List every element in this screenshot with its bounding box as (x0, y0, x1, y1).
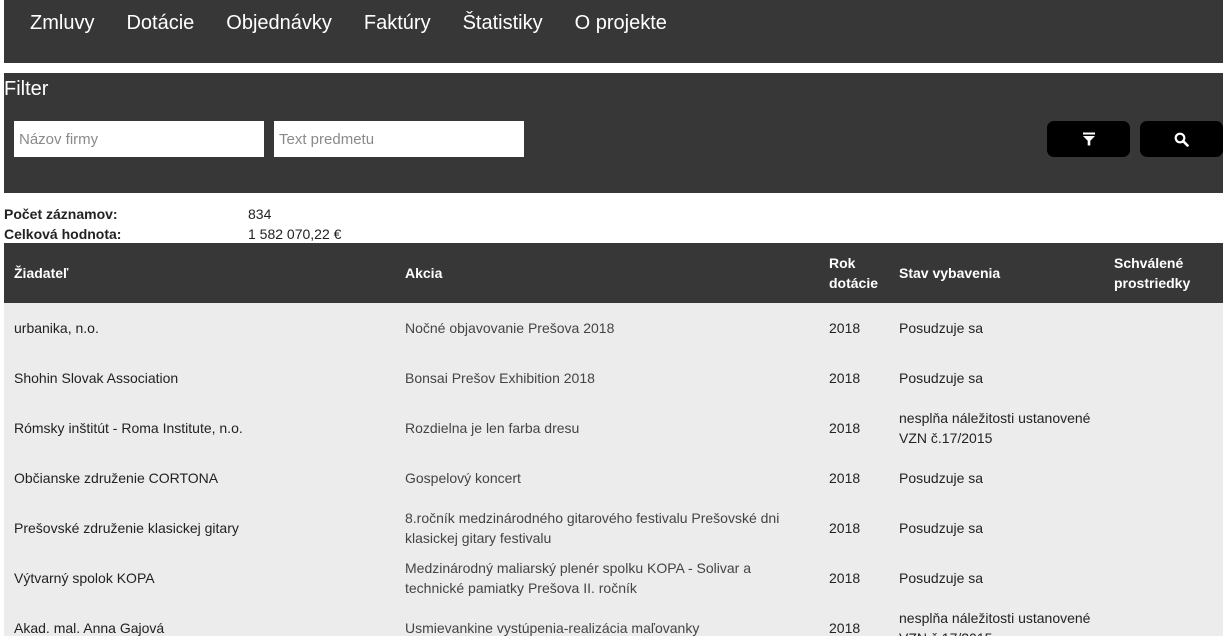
year-cell: 2018 (829, 570, 861, 586)
year-cell: 2018 (829, 620, 861, 636)
applicant-cell: Shohin Slovak Association (14, 370, 179, 386)
column-header-year[interactable]: Rok dotácie (819, 243, 889, 303)
year-cell: 2018 (829, 370, 861, 386)
approved-funds-cell (1104, 603, 1223, 636)
nav-dotacie[interactable]: Dotácie (110, 11, 210, 35)
applicant-cell: urbanika, n.o. (14, 320, 99, 336)
column-header-approved-funds[interactable]: Schválené prostriedky (1104, 243, 1223, 303)
nav-statistiky[interactable]: Štatistiky (447, 11, 559, 35)
grants-table: Žiadateľ Akcia Rok dotácie Stav vybaveni… (4, 243, 1223, 636)
applicant-cell: Akad. mal. Anna Gajová (14, 620, 165, 636)
status-cell: Posudzuje sa (899, 570, 984, 586)
applicant-cell: Výtvarný spolok KOPA (14, 570, 155, 586)
table-row[interactable]: Výtvarný spolok KOPA Medzinárodný maliars… (4, 553, 1223, 603)
approved-funds-cell (1104, 503, 1223, 553)
nav-objednavky[interactable]: Objednávky (210, 11, 348, 35)
top-navigation: Zmluvy Dotácie Objednávky Faktúry Štatis… (4, 0, 1223, 63)
approved-funds-cell (1104, 403, 1223, 453)
record-count-label: Počet záznamov: (4, 206, 118, 222)
nav-o-projekte[interactable]: O projekte (559, 11, 683, 35)
total-value-label: Celková hodnota: (4, 226, 122, 242)
year-cell: 2018 (829, 520, 861, 536)
table-row[interactable]: Občianske združenie CORTONA Gospelový kon… (4, 453, 1223, 503)
record-count-value: 834 (248, 206, 272, 222)
total-value-row: Celková hodnota: 1 582 070,22 € (4, 224, 341, 244)
approved-funds-cell (1104, 303, 1223, 353)
action-cell: Usmievankine vystúpenia-realizácia maľov… (405, 620, 700, 636)
table-row[interactable]: Shohin Slovak Association Bonsai Prešov E… (4, 353, 1223, 403)
subject-text-input[interactable] (274, 121, 524, 157)
company-name-input[interactable] (14, 121, 264, 157)
total-value-value: 1 582 070,22 € (248, 226, 342, 242)
status-cell: nesplňa náležitosti ustanovené VZN č.17/… (899, 410, 1091, 446)
applicant-cell: Prešovské združenie klasickej gitary (14, 520, 239, 536)
year-cell: 2018 (829, 420, 861, 436)
status-cell: Posudzuje sa (899, 470, 984, 486)
nav-zmluvy[interactable]: Zmluvy (14, 11, 110, 35)
status-cell: nesplňa náležitosti ustanovené VZN č.17/… (899, 610, 1091, 636)
year-cell: 2018 (829, 470, 861, 486)
filter-panel: Filter (4, 73, 1223, 193)
action-cell: 8.ročník medzinárodného gitarového festi… (405, 510, 780, 546)
summary-stats: Počet záznamov: 834 Celková hodnota: 1 5… (4, 204, 341, 244)
approved-funds-cell (1104, 553, 1223, 603)
applicant-cell: Občianske združenie CORTONA (14, 470, 219, 486)
table-body: urbanika, n.o. Nočné objavovanie Prešova … (4, 303, 1223, 636)
applicant-cell: Rómsky inštitút - Roma Institute, n.o. (14, 420, 243, 436)
column-header-action[interactable]: Akcia (395, 243, 819, 303)
table-row[interactable]: Akad. mal. Anna Gajová Usmievankine vystú… (4, 603, 1223, 636)
status-cell: Posudzuje sa (899, 320, 984, 336)
status-cell: Posudzuje sa (899, 520, 984, 536)
table-row[interactable]: urbanika, n.o. Nočné objavovanie Prešova … (4, 303, 1223, 353)
filter-icon (1082, 132, 1095, 146)
search-button[interactable] (1140, 121, 1223, 157)
action-cell: Rozdielna je len farba dresu (405, 420, 580, 436)
table-header-row: Žiadateľ Akcia Rok dotácie Stav vybaveni… (4, 243, 1223, 303)
search-icon (1174, 132, 1189, 147)
approved-funds-cell (1104, 453, 1223, 503)
action-cell: Gospelový koncert (405, 470, 521, 486)
column-header-applicant[interactable]: Žiadateľ (4, 243, 395, 303)
table-row[interactable]: Rómsky inštitút - Roma Institute, n.o. Ro… (4, 403, 1223, 453)
action-cell: Bonsai Prešov Exhibition 2018 (405, 370, 595, 386)
approved-funds-cell (1104, 353, 1223, 403)
column-header-status[interactable]: Stav vybavenia (889, 243, 1104, 303)
action-cell: Nočné objavovanie Prešova 2018 (405, 320, 615, 336)
action-cell: Medzinárodný maliarský plenér spolku KOP… (405, 560, 752, 596)
filter-button[interactable] (1047, 121, 1130, 157)
record-count-row: Počet záznamov: 834 (4, 204, 341, 224)
status-cell: Posudzuje sa (899, 370, 984, 386)
year-cell: 2018 (829, 320, 861, 336)
filter-title: Filter (4, 78, 49, 100)
nav-faktury[interactable]: Faktúry (348, 11, 447, 35)
table-row[interactable]: Prešovské združenie klasickej gitary 8.ro… (4, 503, 1223, 553)
